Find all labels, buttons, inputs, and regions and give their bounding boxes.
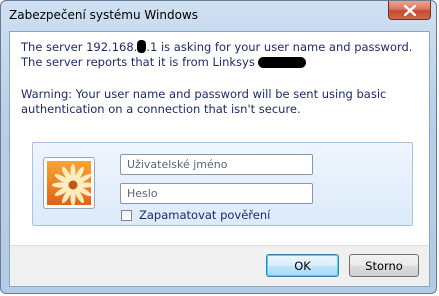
title-bar[interactable]: Zabezpečení systému Windows xyxy=(1,1,436,31)
remember-label[interactable]: Zapamatovat pověření xyxy=(139,208,270,222)
server-message: The server 192.168. .1 is asking for your… xyxy=(21,40,421,70)
redaction-mark-name xyxy=(257,57,306,68)
remember-checkbox[interactable] xyxy=(121,210,132,221)
warning-message: Warning: Your user name and password wil… xyxy=(21,87,387,116)
close-button[interactable] xyxy=(388,1,431,20)
window-title: Zabezpečení systému Windows xyxy=(9,8,198,22)
credential-tile: Zapamatovat pověření xyxy=(32,142,413,226)
server-message-part1: The server 192.168. xyxy=(21,40,138,54)
password-input[interactable] xyxy=(120,183,313,204)
dialog-content: The server 192.168. .1 is asking for your… xyxy=(9,31,430,287)
user-tile-flower-icon xyxy=(47,161,91,205)
close-icon xyxy=(404,5,416,16)
username-input[interactable] xyxy=(120,154,313,175)
button-bar: OK Storno xyxy=(10,245,429,286)
user-avatar xyxy=(43,157,95,209)
cancel-button[interactable]: Storno xyxy=(349,254,419,277)
credential-dialog: Zabezpečení systému Windows The server 1… xyxy=(0,0,437,294)
ok-button[interactable]: OK xyxy=(266,254,339,277)
redaction-mark-ip xyxy=(137,40,147,53)
